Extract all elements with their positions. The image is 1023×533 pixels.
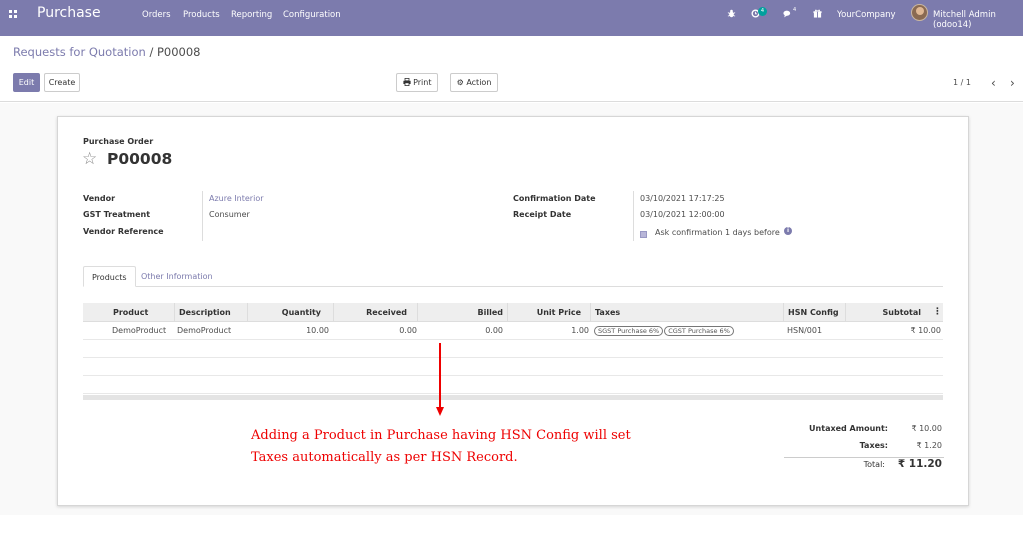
company-switcher[interactable]: YourCompany xyxy=(837,10,896,20)
receipt-date-label: Receipt Date xyxy=(513,210,572,219)
empty-row xyxy=(83,376,943,394)
empty-row xyxy=(83,358,943,376)
cell-billed: 0.00 xyxy=(485,326,503,335)
ask-confirmation-suffix: days before xyxy=(732,228,780,237)
breadcrumb: Requests for Quotation / P00008 xyxy=(13,45,201,59)
annotation-arrow-head xyxy=(436,407,444,416)
col-unit-price[interactable]: Unit Price xyxy=(507,303,585,322)
ask-confirmation-days: 1 xyxy=(724,228,731,237)
table-row[interactable]: DemoProduct DemoProduct 10.00 0.00 0.00 … xyxy=(83,322,943,340)
menu-orders[interactable]: Orders xyxy=(142,10,171,20)
annotation-line-2: Taxes automatically as per HSN Record. xyxy=(251,450,518,465)
col-billed[interactable]: Billed xyxy=(417,303,507,322)
cell-unit-price: 1.00 xyxy=(571,326,589,335)
annotation-text: Adding a Product in Purchase having HSN … xyxy=(251,425,691,469)
gst-treatment-label: GST Treatment xyxy=(83,210,151,219)
vendor-value[interactable]: Azure Interior xyxy=(209,194,264,203)
table-header: Product Description Quantity Received Bi… xyxy=(83,303,943,322)
confirmation-date-value: 03/10/2021 17:17:25 xyxy=(640,194,725,203)
ask-confirmation-prefix: Ask confirmation xyxy=(655,228,723,237)
top-navbar: Purchase Orders Products Reporting Confi… xyxy=(0,0,1023,36)
taxes-value: ₹ 1.20 xyxy=(916,441,942,450)
table-footer xyxy=(83,395,943,400)
priority-star-icon[interactable]: ☆ xyxy=(82,149,97,169)
total-label: Total: xyxy=(863,460,885,469)
vendor-label: Vendor xyxy=(83,194,116,203)
bug-icon[interactable] xyxy=(727,9,736,18)
document-name: P00008 xyxy=(107,150,173,168)
edit-button[interactable]: Edit xyxy=(13,73,40,92)
untaxed-amount-label: Untaxed Amount: xyxy=(809,424,888,433)
menu-configuration[interactable]: Configuration xyxy=(283,10,341,20)
cell-quantity: 10.00 xyxy=(306,326,329,335)
user-menu[interactable]: Mitchell Admin (odoo14) xyxy=(933,10,1023,30)
field-divider xyxy=(202,191,203,241)
cell-hsn-config: HSN/001 xyxy=(787,326,823,335)
col-subtotal[interactable]: Subtotal xyxy=(845,303,925,322)
col-description[interactable]: Description xyxy=(174,303,247,322)
tax-tag[interactable]: SGST Purchase 6% xyxy=(594,326,664,336)
breadcrumb-current: P00008 xyxy=(156,45,201,59)
tax-tag[interactable]: CGST Purchase 6% xyxy=(664,326,734,336)
col-hsn-config[interactable]: HSN Config xyxy=(783,303,845,322)
gear-icon: ⚙ xyxy=(456,78,464,87)
confirmation-date-label: Confirmation Date xyxy=(513,194,596,203)
breadcrumb-separator: / xyxy=(149,45,154,59)
activity-badge: 4 xyxy=(758,7,767,16)
menu-products[interactable]: Products xyxy=(183,10,220,20)
cell-description: DemoProduct xyxy=(177,326,232,335)
cell-received: 0.00 xyxy=(399,326,417,335)
tab-products[interactable]: Products xyxy=(83,266,136,287)
annotation-arrow xyxy=(439,343,441,407)
apps-menu-icon[interactable] xyxy=(9,10,17,18)
col-quantity[interactable]: Quantity xyxy=(247,303,325,322)
pager-value[interactable]: 1 / 1 xyxy=(953,78,971,87)
app-brand[interactable]: Purchase xyxy=(37,5,101,21)
vendor-reference-label: Vendor Reference xyxy=(83,227,164,236)
action-label: Action xyxy=(466,78,492,87)
receipt-date-value: 03/10/2021 12:00:00 xyxy=(640,210,725,219)
col-taxes[interactable]: Taxes xyxy=(590,303,780,322)
breadcrumb-parent[interactable]: Requests for Quotation xyxy=(13,45,146,59)
form-view: Purchase Order ☆ P00008 Vendor Azure Int… xyxy=(0,103,1023,515)
cell-taxes: SGST Purchase 6% CGST Purchase 6% xyxy=(594,322,735,340)
pager-next-icon[interactable]: › xyxy=(1010,76,1015,90)
control-panel: Requests for Quotation / P00008 Edit Cre… xyxy=(0,36,1023,102)
col-product[interactable]: Product xyxy=(109,303,174,322)
pager-prev-icon[interactable]: ‹ xyxy=(991,76,996,90)
action-button[interactable]: ⚙ Action xyxy=(450,73,498,92)
menu-reporting[interactable]: Reporting xyxy=(231,10,272,20)
field-divider-right xyxy=(633,191,634,241)
cell-subtotal: ₹ 10.00 xyxy=(910,326,941,335)
chat-icon[interactable] xyxy=(783,10,792,18)
annotation-line-1: Adding a Product in Purchase having HSN … xyxy=(251,428,631,443)
info-icon[interactable]: i xyxy=(784,227,792,235)
col-received[interactable]: Received xyxy=(333,303,411,322)
user-avatar[interactable] xyxy=(911,4,928,21)
empty-row xyxy=(83,340,943,358)
print-icon xyxy=(402,78,411,86)
print-button[interactable]: Print xyxy=(396,73,438,92)
form-sheet: Purchase Order ☆ P00008 Vendor Azure Int… xyxy=(57,116,969,506)
create-button[interactable]: Create xyxy=(44,73,80,92)
untaxed-amount-value: ₹ 10.00 xyxy=(911,424,942,433)
print-label: Print xyxy=(413,78,432,87)
gst-treatment-value: Consumer xyxy=(209,210,250,219)
total-value: ₹ 11.20 xyxy=(897,458,942,470)
cell-product: DemoProduct xyxy=(112,326,167,335)
ask-confirmation-text: Ask confirmation 1 days before xyxy=(655,228,780,237)
chat-badge: 4 xyxy=(793,7,797,13)
optional-columns-icon[interactable]: ⋮ xyxy=(933,303,942,322)
taxes-label: Taxes: xyxy=(859,441,888,450)
tab-other-information[interactable]: Other Information xyxy=(133,266,221,287)
document-type: Purchase Order xyxy=(83,137,154,146)
notebook-tabs: Products Other Information xyxy=(83,266,943,287)
gift-icon[interactable] xyxy=(813,9,822,18)
ask-confirmation-checkbox[interactable] xyxy=(640,231,647,238)
